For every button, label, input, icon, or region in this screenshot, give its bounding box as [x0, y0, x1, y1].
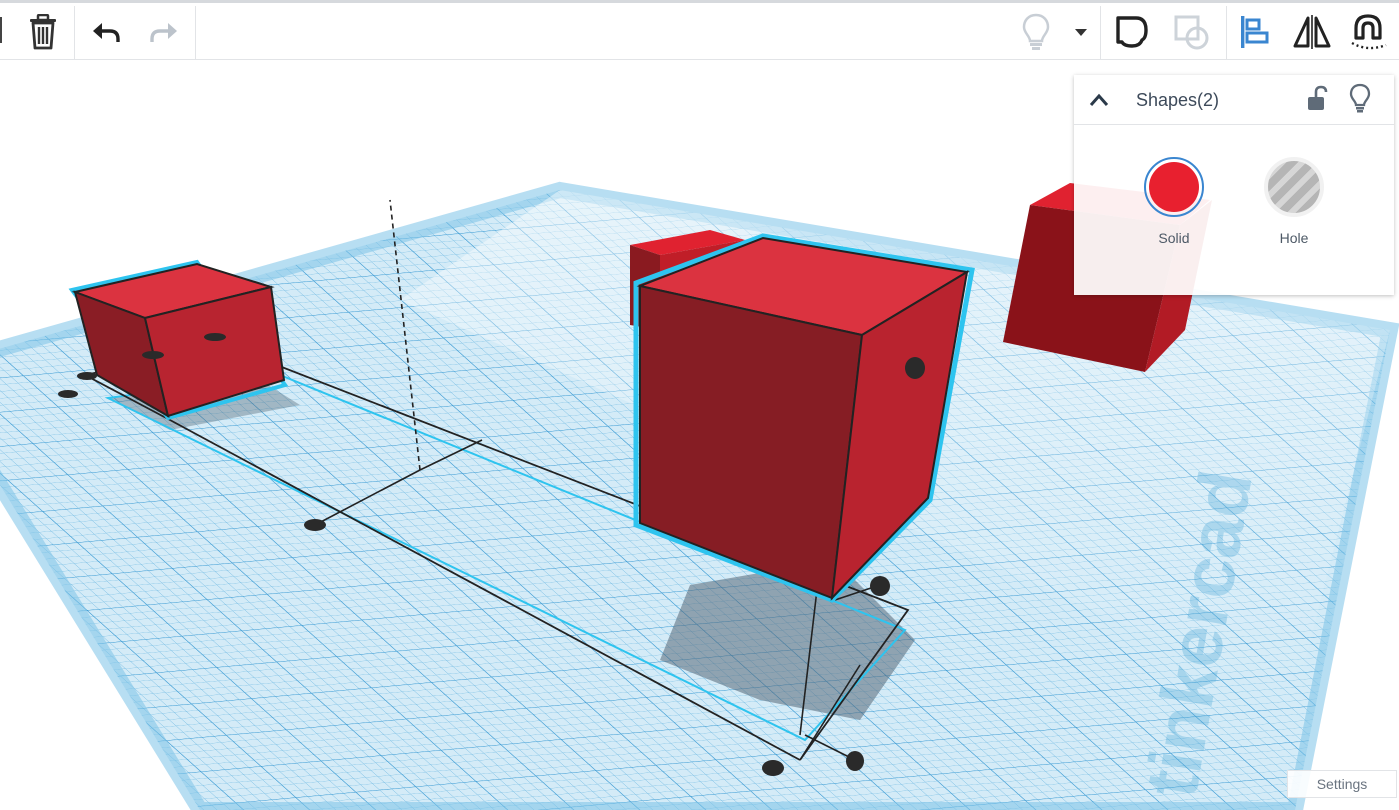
toolbar: [0, 0, 1399, 60]
unlock-icon: [1308, 85, 1328, 110]
redo-icon: [150, 23, 177, 42]
toolbar-edge-marker: [0, 17, 2, 43]
show-hide-dropdown[interactable]: [1062, 6, 1100, 58]
mirror-icon: [1293, 15, 1331, 49]
toolbar-separator: [1226, 6, 1227, 60]
resize-handle: [762, 760, 784, 776]
align-icon: [1241, 16, 1269, 48]
resize-handle: [870, 576, 890, 596]
material-hole-option[interactable]: Hole: [1254, 157, 1334, 247]
toolbar-separator: [1100, 6, 1101, 60]
visibility-button[interactable]: [1348, 83, 1372, 113]
material-solid-option[interactable]: Solid: [1134, 157, 1214, 247]
solid-swatch: [1144, 157, 1204, 217]
toolbar-separator: [74, 6, 75, 60]
toolbar-separator: [195, 6, 196, 60]
lightbulb-icon: [1022, 13, 1050, 50]
collapse-button[interactable]: [1086, 87, 1112, 113]
undo-button[interactable]: [80, 6, 132, 58]
group-button[interactable]: [1106, 6, 1158, 58]
resize-handle: [77, 372, 97, 380]
solid-label: Solid: [1158, 230, 1190, 246]
height-handle: [905, 357, 925, 379]
redo-button[interactable]: [138, 6, 190, 58]
tinkercad-editor: tinkercad Shapes(2) Solid Hole Settings: [0, 0, 1399, 810]
ungroup-button[interactable]: [1166, 6, 1218, 58]
resize-handle: [142, 351, 164, 359]
cruise-icon: [1351, 14, 1387, 50]
hole-swatch: [1264, 157, 1324, 217]
delete-button[interactable]: [17, 6, 69, 58]
resize-handle: [58, 390, 78, 398]
lightbulb-icon: [1349, 83, 1371, 113]
show-hide-button[interactable]: [1010, 6, 1062, 58]
trash-icon: [30, 14, 56, 50]
group-icon: [1116, 16, 1148, 48]
resize-handle: [204, 333, 226, 341]
mirror-button[interactable]: [1286, 6, 1338, 58]
ungroup-icon: [1174, 15, 1209, 50]
resize-handle: [304, 519, 326, 531]
hole-label: Hole: [1279, 230, 1309, 246]
inspector-title: Shapes(2): [1136, 90, 1220, 110]
chevron-up-icon: [1089, 93, 1109, 106]
shape-inspector-panel: Shapes(2) Solid Hole: [1074, 75, 1394, 295]
inspector-header: Shapes(2): [1074, 75, 1394, 125]
align-button[interactable]: [1228, 6, 1280, 58]
dropdown-arrow-icon: [1075, 29, 1087, 36]
resize-handle: [846, 751, 864, 771]
cruise-button[interactable]: [1342, 6, 1394, 58]
undo-icon: [93, 23, 120, 42]
lock-button[interactable]: [1306, 85, 1330, 113]
settings-button[interactable]: Settings: [1287, 770, 1397, 798]
